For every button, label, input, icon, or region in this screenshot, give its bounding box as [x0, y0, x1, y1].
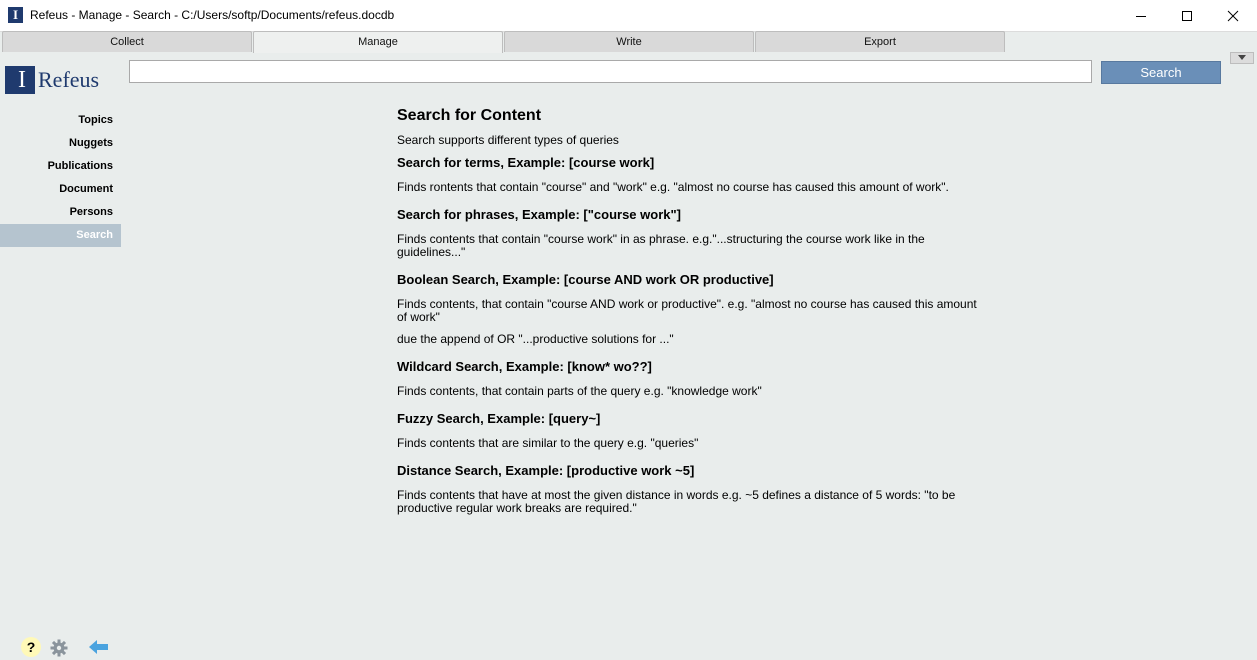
- tab-write[interactable]: Write: [504, 31, 754, 52]
- sidebar-item-nuggets[interactable]: Nuggets: [0, 132, 121, 155]
- close-button[interactable]: [1210, 0, 1256, 31]
- sidebar-item-publications[interactable]: Publications: [0, 155, 121, 178]
- section-body-distance: Finds contents that have at most the giv…: [397, 488, 956, 515]
- section-heading-phrases: Search for phrases, Example: ["course wo…: [397, 207, 681, 222]
- gear-icon[interactable]: [50, 639, 68, 657]
- search-input[interactable]: [129, 60, 1092, 83]
- sidebar-item-topics[interactable]: Topics: [0, 109, 121, 132]
- title-bar: I Refeus - Manage - Search - C:/Users/so…: [0, 0, 1257, 32]
- sidebar-item-persons[interactable]: Persons: [0, 201, 121, 224]
- sidebar-nav: Topics Nuggets Publications Document Per…: [0, 109, 121, 247]
- sidebar-item-search[interactable]: Search: [0, 224, 121, 247]
- tab-export[interactable]: Export: [755, 31, 1005, 52]
- section-body-terms: Finds rontents that contain "course" and…: [397, 180, 949, 194]
- refeus-logo: I Refeus: [5, 66, 115, 94]
- maximize-button[interactable]: [1164, 0, 1210, 31]
- tab-menu-button[interactable]: [1230, 52, 1254, 64]
- section-heading-fuzzy: Fuzzy Search, Example: [query~]: [397, 411, 601, 426]
- intro-text: Search supports different types of queri…: [397, 133, 619, 147]
- page-title: Search for Content: [397, 107, 542, 124]
- chevron-down-icon: [1238, 55, 1246, 60]
- refeus-app-icon: I: [8, 7, 23, 23]
- back-arrow-icon[interactable]: [89, 639, 109, 655]
- search-help-content: Search for Content Search supports diffe…: [397, 107, 997, 515]
- tab-collect[interactable]: Collect: [2, 31, 252, 52]
- close-icon: [1227, 10, 1239, 21]
- window-title: Refeus - Manage - Search - C:/Users/soft…: [30, 8, 395, 22]
- sidebar-item-document[interactable]: Document: [0, 178, 121, 201]
- logo-wordmark: Refeus: [35, 66, 115, 94]
- search-button[interactable]: Search: [1101, 61, 1221, 84]
- section-heading-terms: Search for terms, Example: [course work]: [397, 155, 655, 170]
- logo-letter: I: [18, 67, 26, 93]
- tab-bar: Collect Manage Write Export: [0, 31, 1257, 64]
- section-body-fuzzy: Finds contents that are similar to the q…: [397, 436, 699, 450]
- section-heading-boolean: Boolean Search, Example: [course AND wor…: [397, 272, 774, 287]
- section-body-wildcard: Finds contents, that contain parts of th…: [397, 384, 762, 398]
- section-body-phrases: Finds contents that contain "course work…: [397, 232, 925, 259]
- tab-manage[interactable]: Manage: [253, 31, 503, 53]
- section-extra-boolean: due the append of OR "...productive solu…: [397, 332, 674, 346]
- help-icon[interactable]: ?: [21, 637, 41, 657]
- section-body-boolean: Finds contents, that contain "course AND…: [397, 297, 977, 324]
- minimize-icon: [1136, 15, 1146, 17]
- section-heading-wildcard: Wildcard Search, Example: [know* wo??]: [397, 359, 652, 374]
- minimize-button[interactable]: [1118, 0, 1164, 31]
- section-heading-distance: Distance Search, Example: [productive wo…: [397, 463, 695, 478]
- maximize-icon: [1182, 10, 1192, 21]
